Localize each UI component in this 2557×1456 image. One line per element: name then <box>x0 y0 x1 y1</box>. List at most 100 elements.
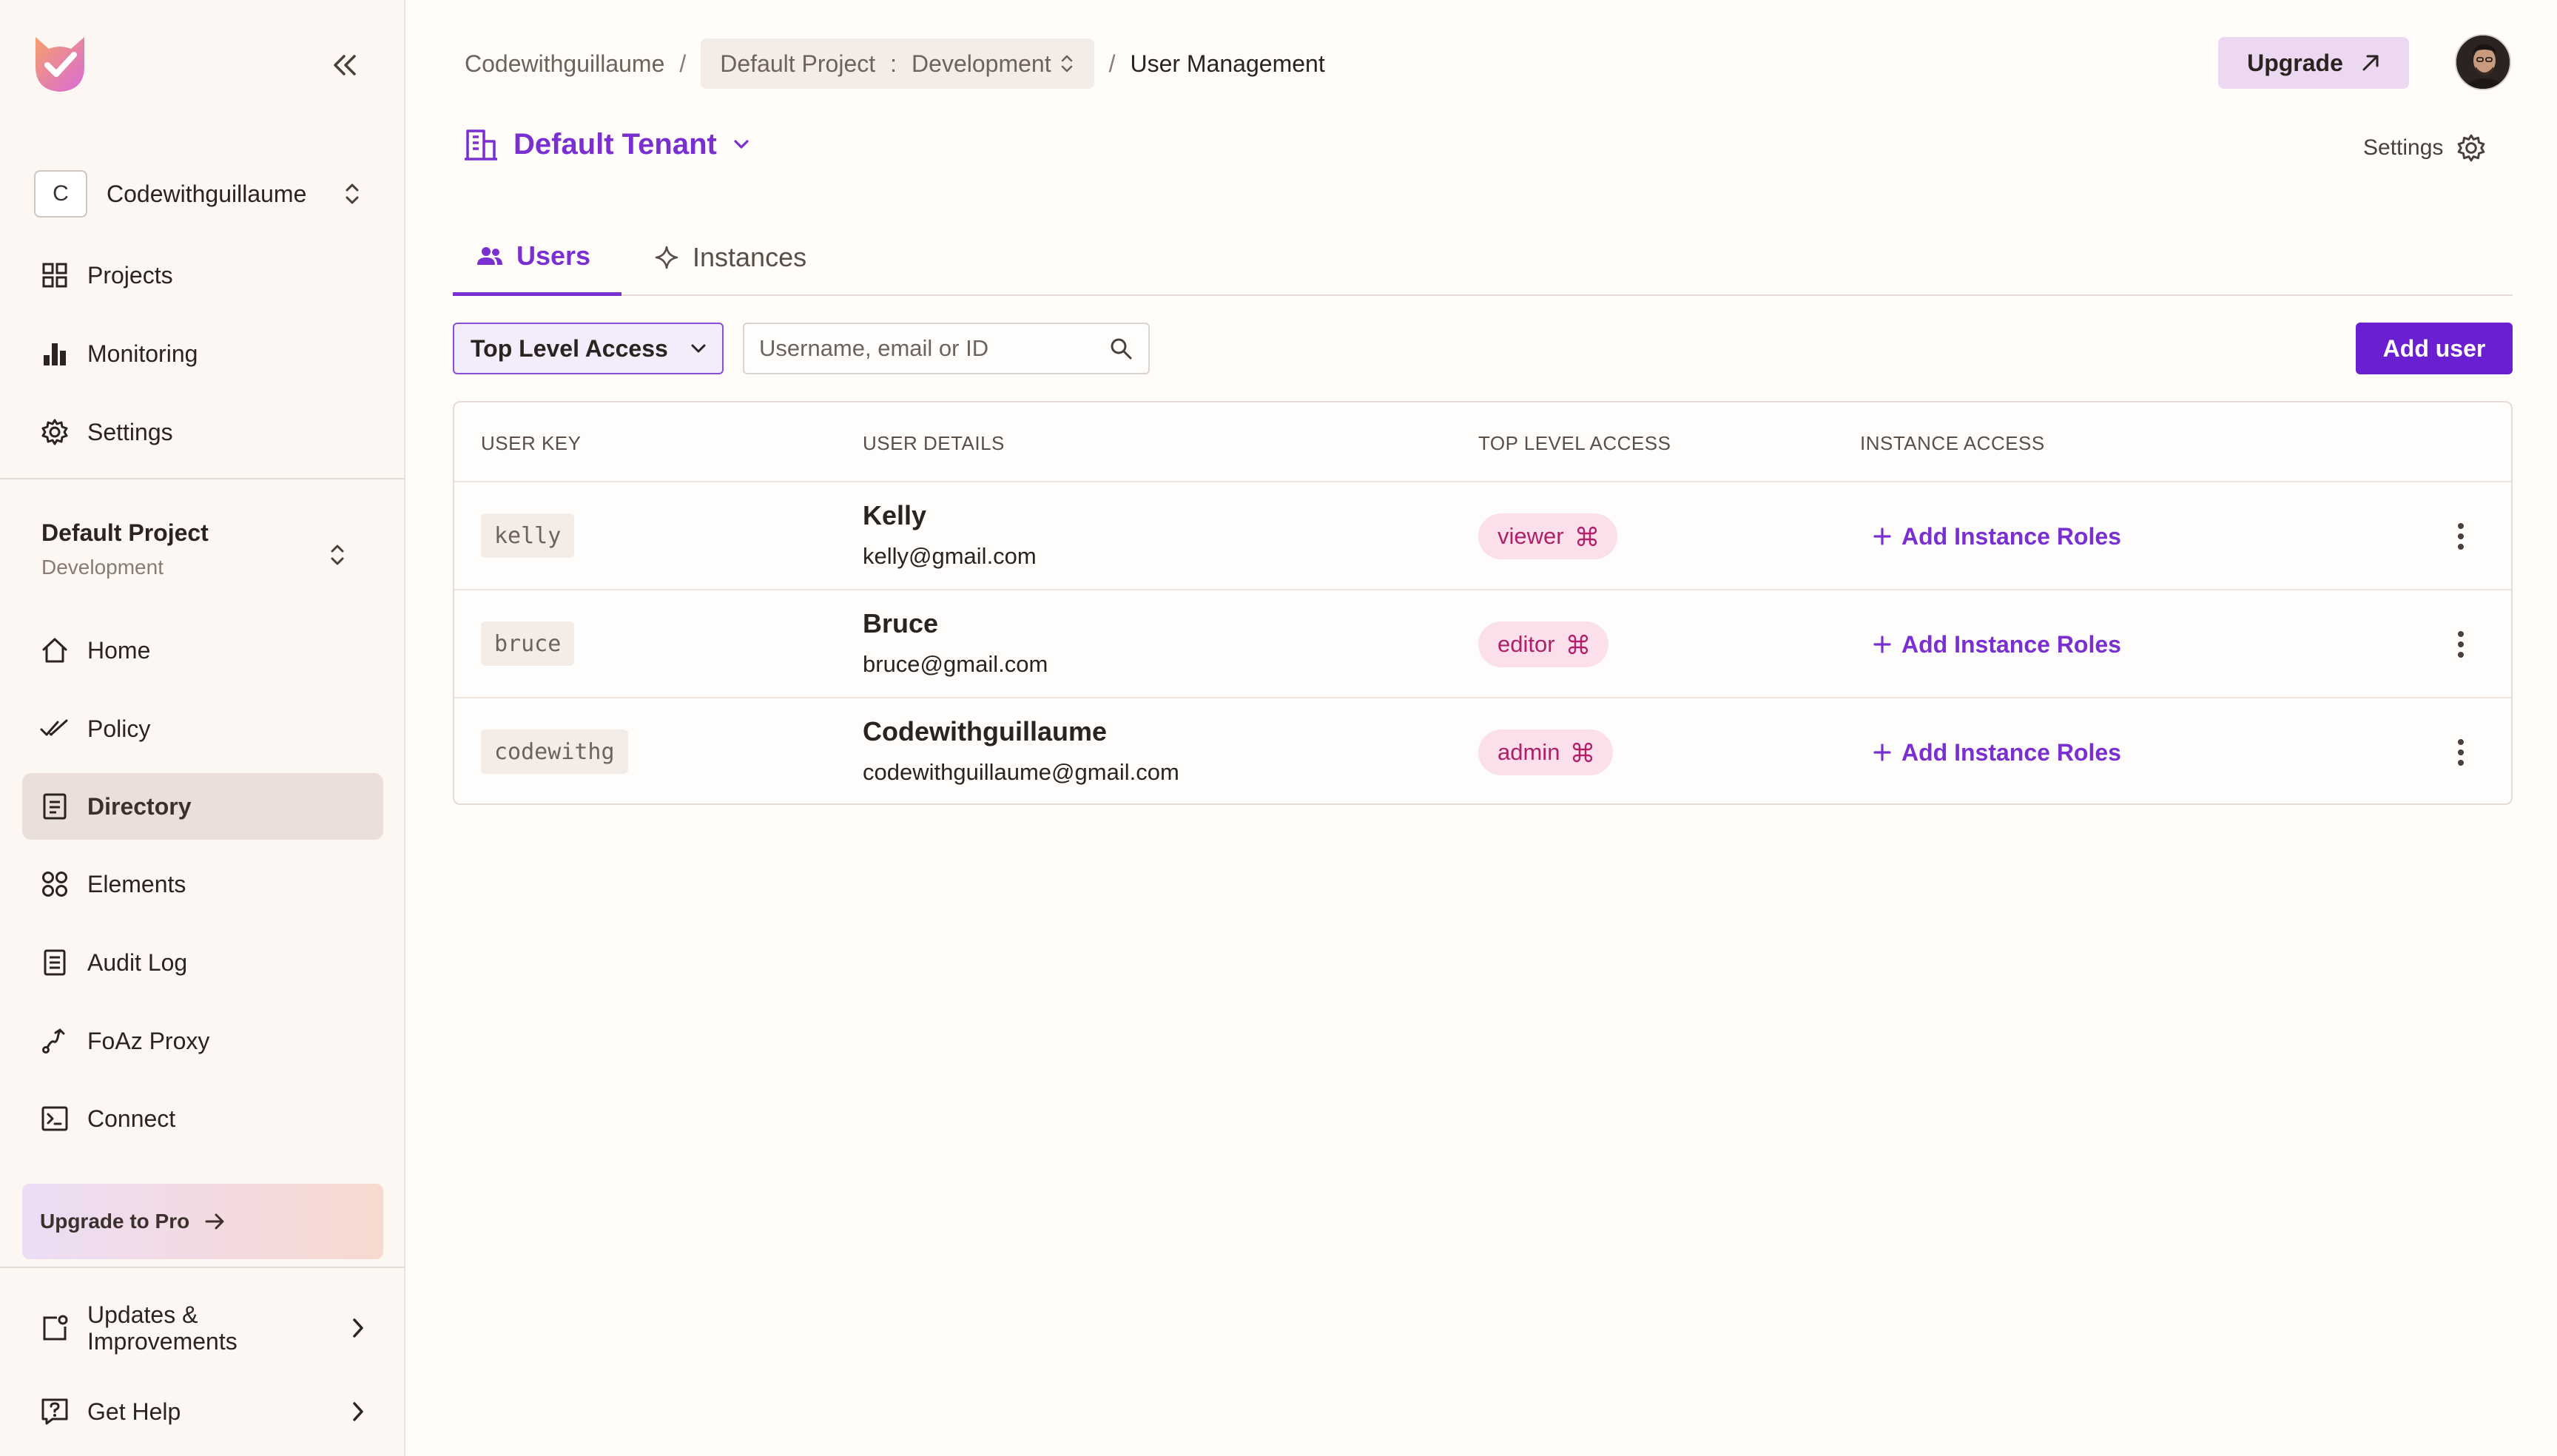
row-menu-button[interactable] <box>2446 624 2476 664</box>
updates-label-line2: Improvements <box>87 1328 237 1355</box>
home-icon <box>40 636 70 665</box>
breadcrumb-current: User Management <box>1130 50 1325 77</box>
table-row: codewithg Codewithguillaume codewithguil… <box>454 698 2511 806</box>
add-instance-roles-label: Add Instance Roles <box>1901 630 2121 658</box>
add-user-button[interactable]: Add user <box>2356 323 2513 374</box>
tab-instances[interactable]: Instances <box>630 219 830 296</box>
elements-icon <box>40 869 70 899</box>
chevron-right-icon <box>353 1402 363 1421</box>
role-badge[interactable]: viewer <box>1478 513 1617 559</box>
org-name: Codewithguillaume <box>107 180 307 207</box>
tenant-selector[interactable]: Default Tenant <box>463 121 751 167</box>
column-header-user-details: USER DETAILS <box>863 432 1005 454</box>
document-icon <box>40 948 70 977</box>
bar-chart-icon <box>40 339 70 368</box>
tab-users[interactable]: Users <box>453 219 621 296</box>
plus-icon <box>1873 636 1891 653</box>
sidebar-item-label: Home <box>87 636 151 664</box>
sidebar: C Codewithguillaume Projects Monitoring … <box>0 0 405 1456</box>
command-icon <box>1577 526 1597 547</box>
column-header-top-level-access: TOP LEVEL ACCESS <box>1478 432 1671 454</box>
tenant-settings-button[interactable]: Settings <box>2363 130 2486 166</box>
add-instance-roles-button[interactable]: Add Instance Roles <box>1872 518 2121 555</box>
add-instance-roles-button[interactable]: Add Instance Roles <box>1872 734 2121 771</box>
user-avatar[interactable] <box>2455 34 2511 90</box>
chevron-down-icon <box>734 140 749 149</box>
sidebar-item-label: Directory <box>87 792 192 820</box>
row-menu-button[interactable] <box>2446 516 2476 556</box>
collapse-sidebar-button[interactable] <box>326 47 364 83</box>
sidebar-item-home[interactable]: Home <box>22 617 383 684</box>
project-environment: Development <box>41 556 164 579</box>
user-search-box <box>743 323 1150 374</box>
user-email: codewithguillaume@gmail.com <box>863 759 1179 785</box>
sidebar-item-audit-log[interactable]: Audit Log <box>22 929 383 996</box>
breadcrumb-env-separator: : <box>890 50 897 77</box>
arrow-right-icon <box>205 1213 224 1230</box>
role-label: editor <box>1498 631 1555 657</box>
user-search-input[interactable] <box>759 335 1108 362</box>
users-table: USER KEY USER DETAILS TOP LEVEL ACCESS I… <box>453 401 2513 805</box>
settings-label: Settings <box>2363 135 2444 160</box>
chevron-updown-icon <box>1061 55 1072 73</box>
user-name: Bruce <box>863 608 939 638</box>
row-menu-button[interactable] <box>2446 732 2476 772</box>
upgrade-button[interactable]: Upgrade <box>2218 37 2409 89</box>
sidebar-item-label: Connect <box>87 1105 176 1132</box>
project-name: Default Project <box>41 519 209 546</box>
plus-icon <box>1873 528 1891 545</box>
user-key: codewithg <box>481 729 628 774</box>
user-email: kelly@gmail.com <box>863 543 1037 569</box>
org-switcher[interactable]: C Codewithguillaume <box>34 169 374 219</box>
sidebar-item-label: Get Help <box>87 1398 181 1425</box>
terminal-icon <box>40 1104 70 1133</box>
users-icon <box>477 246 502 265</box>
user-name: Codewithguillaume <box>863 716 1108 746</box>
sidebar-item-connect[interactable]: Connect <box>22 1085 383 1152</box>
sidebar-item-label: Updates & Improvements <box>87 1301 351 1355</box>
sidebar-item-elements[interactable]: Elements <box>22 851 383 917</box>
sidebar-item-monitoring[interactable]: Monitoring <box>22 320 383 387</box>
user-name: Kelly <box>863 500 927 530</box>
kebab-menu-icon <box>2458 739 2464 766</box>
column-header-user-key: USER KEY <box>481 432 582 454</box>
building-icon <box>465 129 497 161</box>
add-instance-roles-button[interactable]: Add Instance Roles <box>1872 626 2121 663</box>
tab-instances-label: Instances <box>693 242 807 272</box>
table-row: bruce Bruce bruce@gmail.com editor Add I… <box>454 590 2511 698</box>
gear-icon <box>40 417 70 447</box>
access-filter-select[interactable]: Top Level Access <box>453 323 724 374</box>
role-badge[interactable]: editor <box>1478 621 1608 667</box>
tab-users-label: Users <box>516 240 591 271</box>
breadcrumb-separator: / <box>679 50 687 77</box>
sidebar-divider <box>0 478 405 479</box>
sidebar-item-policy[interactable]: Policy <box>22 695 383 762</box>
project-switcher[interactable]: Default Project Development <box>41 519 374 593</box>
sidebar-item-get-help[interactable]: Get Help <box>22 1382 383 1441</box>
command-icon <box>1573 742 1593 763</box>
chevron-right-icon <box>353 1318 363 1338</box>
role-label: admin <box>1498 739 1560 765</box>
user-key: kelly <box>481 513 575 558</box>
sidebar-item-label: FoAz Proxy <box>87 1027 210 1054</box>
table-row: kelly Kelly kelly@gmail.com viewer Add I… <box>454 482 2511 590</box>
breadcrumb-project-switcher[interactable]: Default Project : Development <box>701 38 1094 89</box>
role-badge[interactable]: admin <box>1478 729 1614 775</box>
search-icon[interactable] <box>1108 336 1133 361</box>
breadcrumb-org[interactable]: Codewithguillaume <box>465 50 664 78</box>
sidebar-item-foaz-proxy[interactable]: FoAz Proxy <box>22 1008 383 1074</box>
sidebar-item-settings[interactable]: Settings <box>22 399 383 465</box>
sidebar-item-label: Monitoring <box>87 340 198 367</box>
sidebar-item-directory[interactable]: Directory <box>22 773 383 840</box>
role-label: viewer <box>1498 523 1564 549</box>
sidebar-item-updates[interactable]: Updates & Improvements <box>22 1296 383 1360</box>
kebab-menu-icon <box>2458 631 2464 658</box>
sidebar-item-projects[interactable]: Projects <box>22 242 383 309</box>
access-filter-label: Top Level Access <box>471 334 668 362</box>
upgrade-to-pro-button[interactable]: Upgrade to Pro <box>22 1184 383 1259</box>
command-icon <box>1568 634 1588 655</box>
add-instance-roles-label: Add Instance Roles <box>1901 738 2121 766</box>
grid-icon <box>40 260 70 290</box>
permit-logo-icon[interactable] <box>28 31 92 95</box>
updates-icon <box>40 1313 70 1343</box>
